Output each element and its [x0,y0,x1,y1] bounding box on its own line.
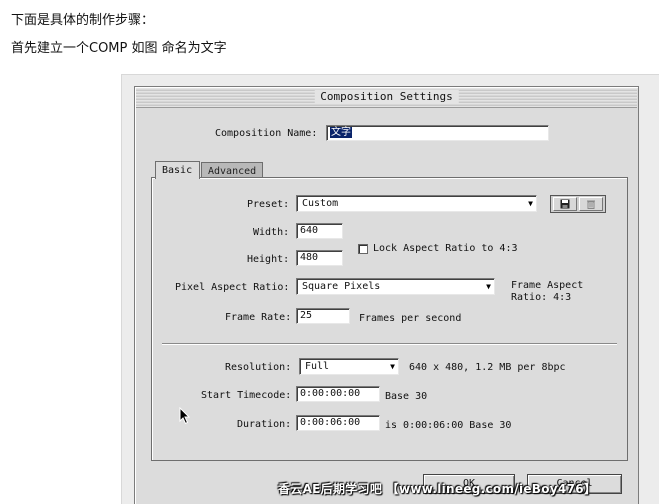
start-timecode-input[interactable]: 0:00:00:00 [296,386,380,402]
duration-value: 0:00:06:00 [300,417,361,428]
dialog-title: Composition Settings [314,90,459,103]
width-label: Width: [253,227,290,238]
preset-dropdown[interactable]: Custom ▼ [296,195,537,212]
article-text-line-2: 首先建立一个COMP 如图 命名为文字 [11,41,227,56]
frame-rate-input[interactable]: 25 [296,308,350,324]
chevron-down-icon: ▼ [486,282,491,291]
frame-aspect-line-2: Ratio: 4:3 [511,292,572,303]
frame-rate-unit: Frames per second [359,313,462,324]
lock-aspect-label: Lock Aspect Ratio to 4:3 [373,243,518,254]
duration-label: Duration: [237,419,292,430]
trash-icon [587,200,595,209]
width-input[interactable]: 640 [296,223,343,239]
height-input[interactable]: 480 [296,250,343,266]
frame-rate-label: Frame Rate: [225,312,292,323]
save-preset-button[interactable] [553,197,577,211]
preset-buttons [550,195,606,213]
composition-name-label: Composition Name: [215,128,318,139]
chevron-down-icon: ▼ [390,362,395,371]
composition-settings-dialog: Composition Settings Composition Name: 文… [134,86,639,504]
start-timecode-value: 0:00:00:00 [300,388,361,399]
frame-aspect-line-1: Frame Aspect [511,280,584,291]
pixel-aspect-value: Square Pixels [302,281,381,292]
pixel-aspect-dropdown[interactable]: Square Pixels ▼ [296,278,495,295]
article-text-line-1: 下面是具体的制作步骤： [11,13,155,28]
resolution-value: Full [305,361,330,372]
chevron-down-icon: ▼ [528,199,533,208]
section-divider [162,343,617,345]
save-icon [560,199,570,209]
composition-name-input[interactable]: 文字 [326,125,549,141]
height-value: 480 [300,252,319,263]
delete-preset-button[interactable] [579,197,603,211]
lock-aspect-checkbox[interactable] [358,244,368,254]
height-label: Height: [247,254,290,265]
duration-input[interactable]: 0:00:06:00 [296,415,380,431]
preset-label: Preset: [247,199,290,210]
tab-advanced-label: Advanced [208,166,257,177]
mouse-cursor-icon [179,407,191,425]
start-timecode-base: Base 30 [385,391,428,402]
resolution-dropdown[interactable]: Full ▼ [299,358,399,375]
tab-basic[interactable]: Basic [155,161,200,179]
dialog-titlebar[interactable]: Composition Settings [136,88,637,108]
duration-info: is 0:00:06:00 Base 30 [385,420,512,431]
width-value: 640 [300,225,319,236]
start-timecode-label: Start Timecode: [201,390,292,401]
watermark-text: 香云AE后期学习吧 【www.lineeg.com/ieBoy476】 [278,482,597,496]
resolution-label: Resolution: [225,362,292,373]
composition-name-value: 文字 [330,127,352,138]
resolution-info: 640 x 480, 1.2 MB per 8bpc [409,362,566,373]
tab-basic-label: Basic [162,165,193,176]
preset-value: Custom [302,198,339,209]
frame-rate-value: 25 [300,310,313,321]
pixel-aspect-label: Pixel Aspect Ratio: [175,282,290,293]
